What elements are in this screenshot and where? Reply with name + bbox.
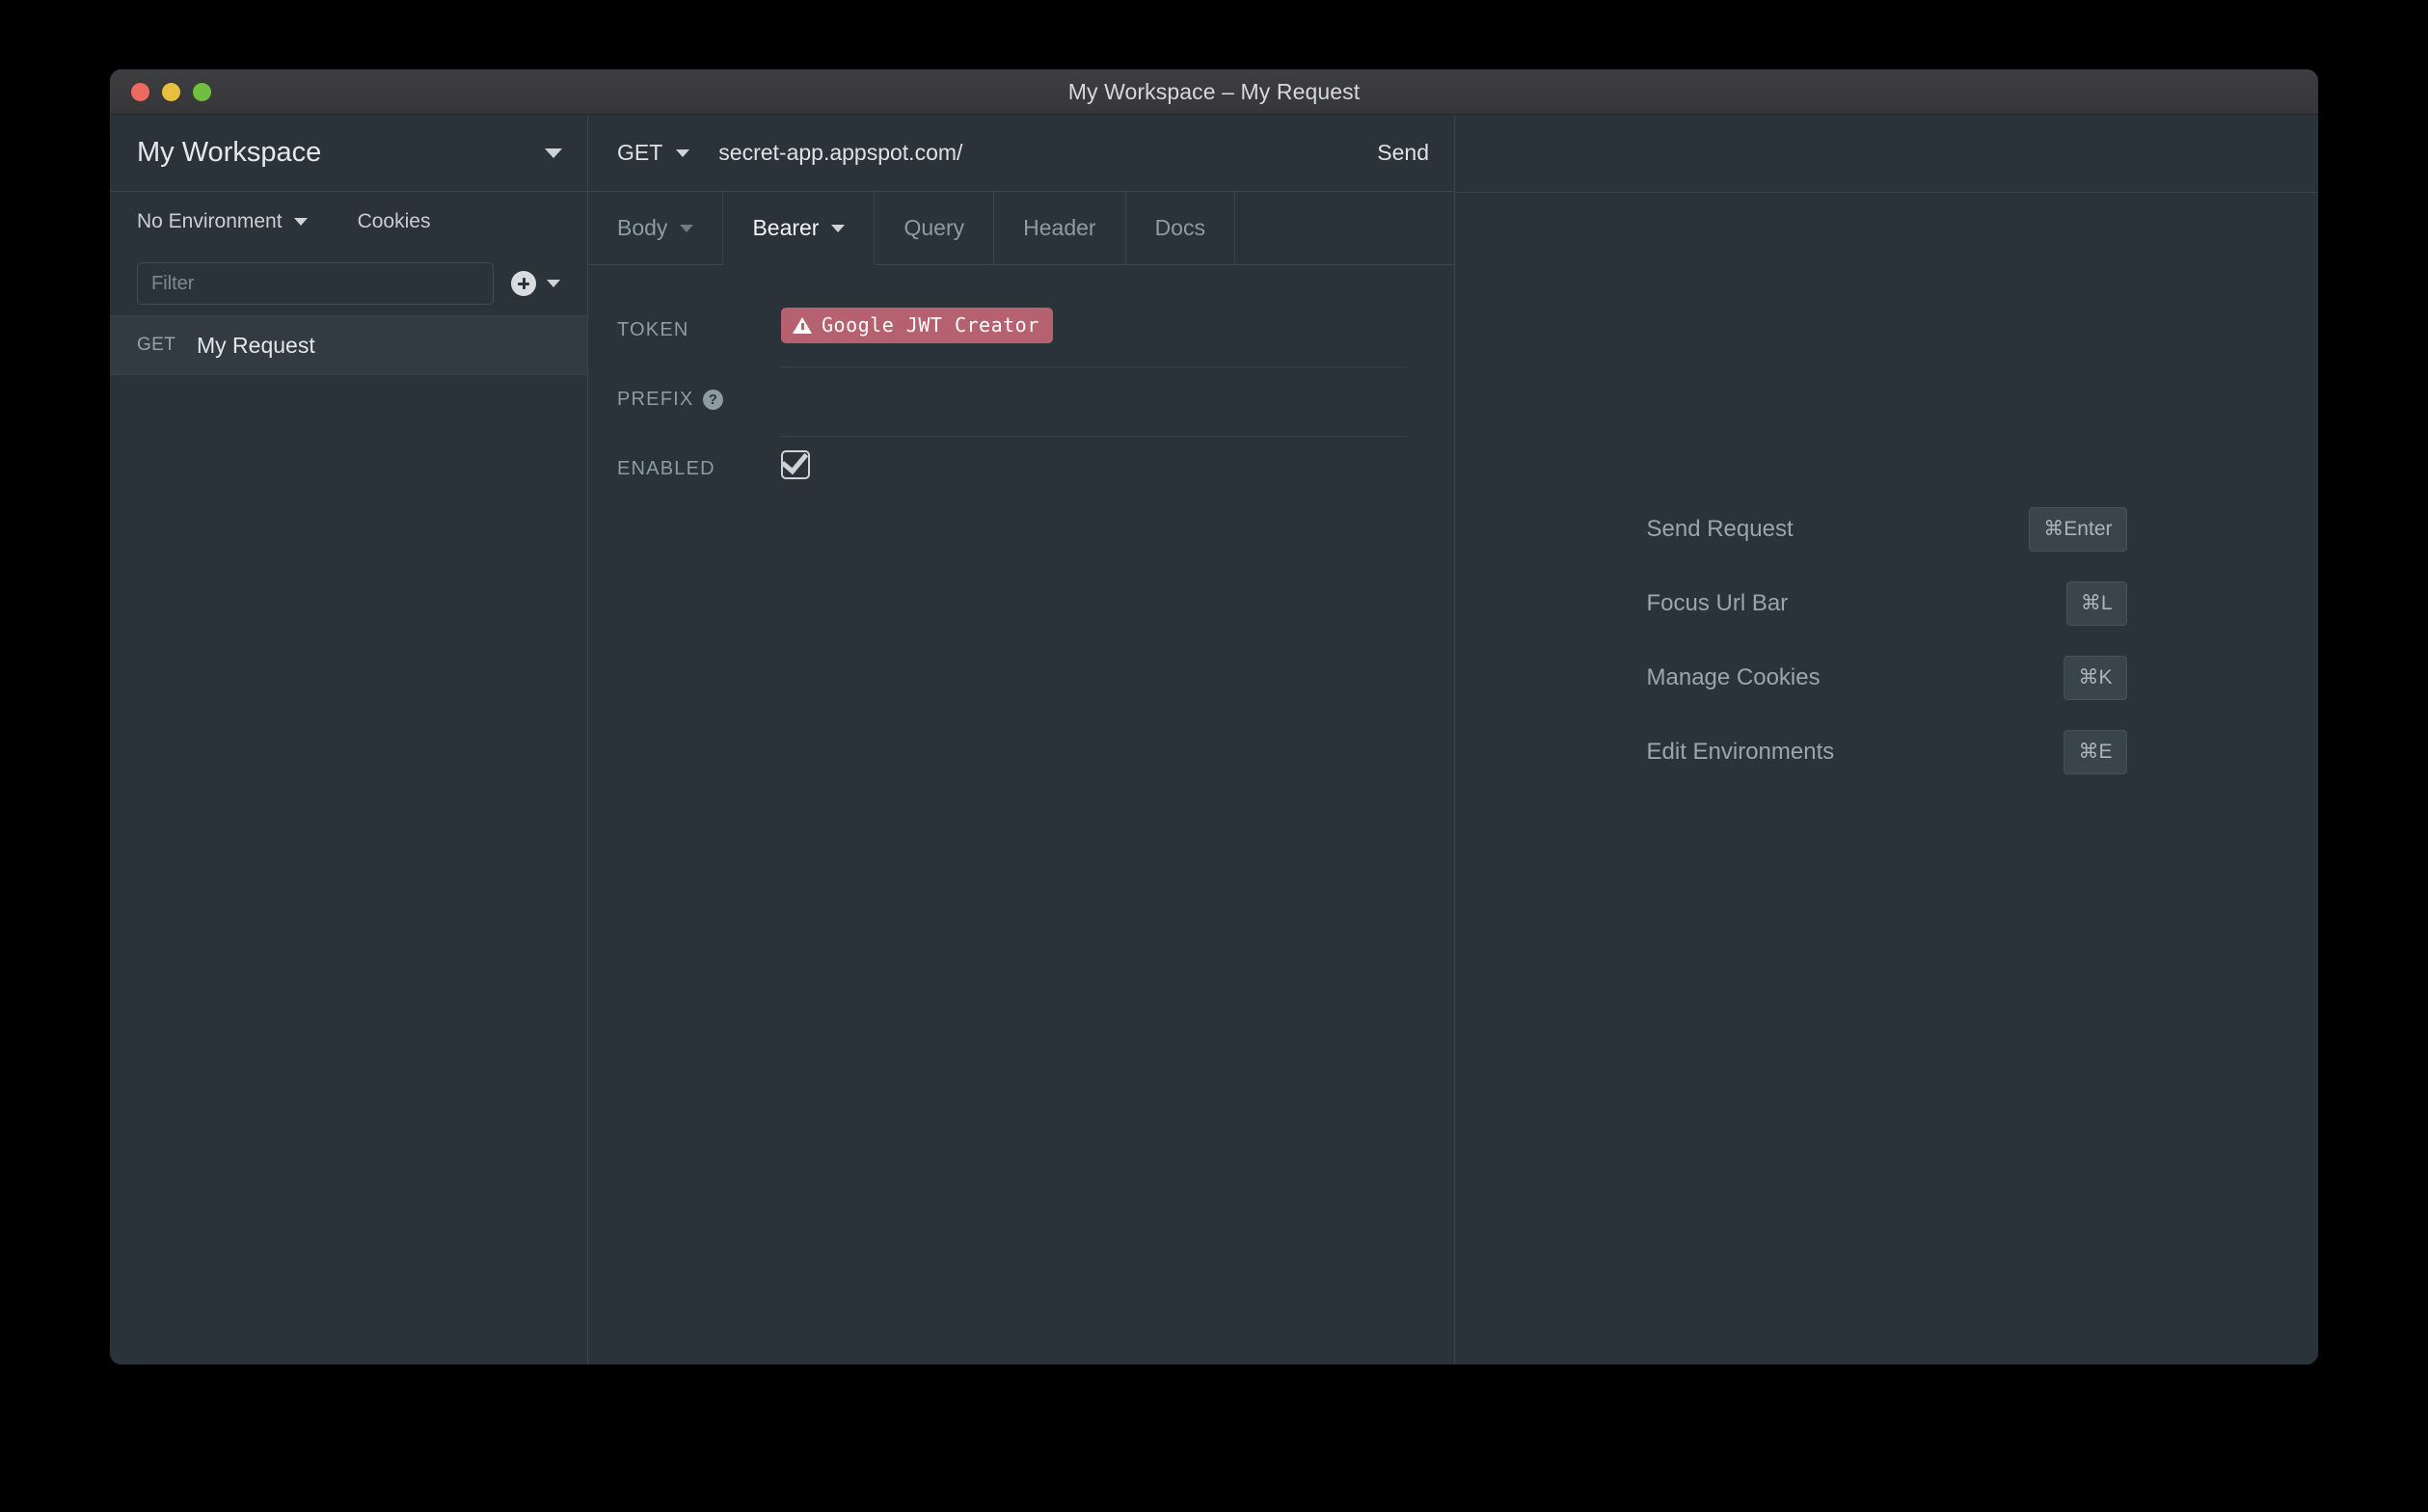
tab-bearer-label: Bearer: [752, 215, 820, 240]
request-method: GET: [137, 335, 176, 355]
token-label: TOKEN: [617, 319, 689, 340]
enabled-field: [781, 437, 1406, 506]
environment-row: No Environment Cookies: [110, 192, 587, 252]
url-input[interactable]: secret-app.appspot.com/: [718, 140, 1344, 166]
token-badge-label: Google JWT Creator: [822, 313, 1039, 337]
shortcut-label: Focus Url Bar: [1646, 590, 1789, 616]
prefix-field[interactable]: [781, 367, 1406, 437]
shortcut-keys: ⌘L: [2065, 581, 2127, 626]
app-window: My Workspace – My Request My Workspace N…: [110, 69, 2318, 1364]
http-method-label: GET: [617, 140, 663, 165]
create-request-group[interactable]: [511, 271, 560, 296]
workspace-name: My Workspace: [137, 137, 322, 168]
response-header: [1455, 115, 2318, 193]
zoom-window-button[interactable]: [193, 82, 211, 101]
screen: My Workspace – My Request My Workspace N…: [0, 0, 2428, 1512]
help-circle-icon[interactable]: ?: [703, 390, 724, 410]
tab-bearer[interactable]: Bearer: [723, 192, 876, 265]
window-body: My Workspace No Environment Cookies Filt…: [110, 115, 2318, 1364]
shortcut-manage-cookies: Manage Cookies ⌘K: [1647, 656, 2127, 700]
tab-docs-label: Docs: [1154, 215, 1205, 240]
url-bar: GET secret-app.appspot.com/ Send: [588, 115, 1454, 192]
enabled-row: ENABLED: [617, 437, 1406, 506]
sidebar: My Workspace No Environment Cookies Filt…: [110, 115, 588, 1364]
shortcut-keys: ⌘Enter: [2029, 507, 2127, 552]
response-empty-state: Send Request ⌘Enter Focus Url Bar ⌘L Man…: [1455, 193, 2318, 1364]
shortcut-hints: Send Request ⌘Enter Focus Url Bar ⌘L Man…: [1455, 507, 2318, 774]
bearer-auth-form: TOKEN Google JWT Creator PREFIX ? ENABLE…: [588, 265, 1454, 1364]
chevron-down-icon: [293, 218, 308, 226]
token-row: TOKEN Google JWT Creator: [617, 298, 1406, 367]
window-title: My Workspace – My Request: [1067, 78, 1361, 104]
list-item[interactable]: GET My Request: [110, 315, 587, 375]
tab-docs[interactable]: Docs: [1125, 192, 1235, 265]
shortcut-keys: ⌘K: [2064, 656, 2127, 700]
filter-input[interactable]: [137, 262, 494, 305]
chevron-down-icon: [680, 224, 694, 232]
http-method-selector[interactable]: GET: [617, 140, 690, 166]
prefix-label-text: PREFIX: [617, 389, 694, 410]
traffic-lights: [131, 69, 211, 114]
chevron-down-icon: [676, 148, 690, 157]
tab-header[interactable]: Header: [994, 192, 1126, 265]
chevron-down-icon: [545, 148, 562, 158]
prefix-label: PREFIX ?: [617, 367, 781, 411]
request-name: My Request: [197, 332, 315, 358]
token-template-badge[interactable]: Google JWT Creator: [781, 308, 1053, 343]
request-tabs: Body Bearer Query Header Docs: [588, 192, 1454, 265]
environment-selector[interactable]: No Environment: [137, 210, 308, 233]
chevron-down-icon[interactable]: [547, 280, 560, 287]
enabled-checkbox[interactable]: [781, 450, 810, 479]
shortcut-send-request: Send Request ⌘Enter: [1647, 507, 2127, 552]
shortcut-keys: ⌘E: [2064, 730, 2127, 774]
warning-triangle-icon: [793, 316, 812, 334]
tab-body[interactable]: Body: [588, 192, 724, 265]
enabled-label: ENABLED: [617, 458, 715, 479]
plus-circle-icon[interactable]: [511, 271, 536, 296]
prefix-row: PREFIX ?: [617, 367, 1406, 437]
cookies-button[interactable]: Cookies: [358, 210, 431, 233]
minimize-window-button[interactable]: [162, 82, 180, 101]
request-list: GET My Request: [110, 315, 587, 1364]
tab-strip-filler: [1234, 192, 1454, 265]
shortcut-label: Send Request: [1646, 516, 1794, 542]
shortcut-label: Manage Cookies: [1646, 664, 1821, 690]
tab-header-label: Header: [1023, 215, 1096, 240]
tab-body-label: Body: [617, 215, 668, 240]
filter-row: [110, 252, 587, 315]
tab-query[interactable]: Query: [875, 192, 995, 265]
tab-query-label: Query: [904, 215, 965, 240]
environment-label: No Environment: [137, 210, 283, 232]
send-button[interactable]: Send: [1360, 140, 1429, 166]
token-field[interactable]: Google JWT Creator: [781, 298, 1406, 367]
workspace-switcher[interactable]: My Workspace: [110, 115, 587, 192]
shortcut-focus-url-bar: Focus Url Bar ⌘L: [1647, 581, 2127, 626]
window-titlebar: My Workspace – My Request: [110, 69, 2318, 115]
response-pane: Send Request ⌘Enter Focus Url Bar ⌘L Man…: [1455, 115, 2318, 1364]
shortcut-edit-environments: Edit Environments ⌘E: [1647, 730, 2127, 774]
shortcut-label: Edit Environments: [1646, 739, 1835, 765]
chevron-down-icon: [831, 224, 846, 232]
request-pane: GET secret-app.appspot.com/ Send Body Be…: [588, 115, 1455, 1364]
close-window-button[interactable]: [131, 82, 149, 101]
